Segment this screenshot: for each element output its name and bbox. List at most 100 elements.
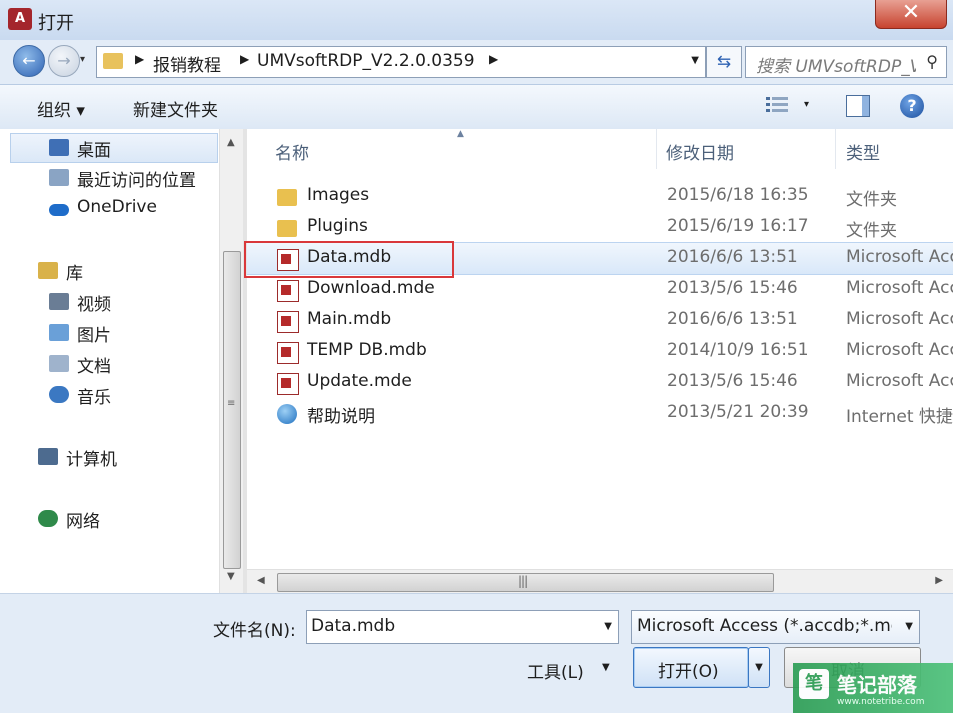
- nav-item-label: 音乐: [77, 388, 111, 408]
- scroll-down-arrow[interactable]: ▼: [227, 571, 235, 582]
- column-header-name[interactable]: 名称: [275, 139, 309, 164]
- search-box[interactable]: 搜索 UMVsoftRDP_V2.2.0.0359 ⚲: [745, 46, 947, 78]
- nav-item-label: 文档: [77, 357, 111, 377]
- nav-scrollbar[interactable]: ▲ ≡ ▼: [219, 129, 244, 593]
- breadcrumb-item[interactable]: UMVsoftRDP_V2.2.0.0359: [257, 51, 475, 71]
- recent-places-icon: [49, 169, 69, 186]
- file-row[interactable]: Download.mde 2013/5/6 15:46 Microsoft Ac…: [247, 274, 953, 305]
- scroll-thumb[interactable]: ≡: [223, 251, 241, 569]
- internet-shortcut-icon: [277, 404, 297, 424]
- nav-item-label: 图片: [77, 326, 111, 346]
- library-icon: [38, 262, 58, 279]
- file-row[interactable]: Images 2015/6/18 16:35 文件夹: [247, 181, 953, 212]
- preview-pane-icon[interactable]: [846, 95, 870, 117]
- videos-icon: [49, 293, 69, 310]
- nav-item-onedrive[interactable]: OneDrive: [0, 195, 218, 223]
- nav-item-label: 计算机: [66, 450, 117, 470]
- breadcrumb-separator[interactable]: ▶: [489, 52, 498, 66]
- file-row[interactable]: 帮助说明 2013/5/21 20:39 Internet 快捷方式: [247, 398, 953, 429]
- file-date: 2014/10/9 16:51: [667, 340, 809, 360]
- scroll-thumb[interactable]: |||: [277, 573, 774, 592]
- file-name: Update.mde: [307, 371, 412, 391]
- documents-icon: [49, 355, 69, 372]
- column-divider[interactable]: [656, 129, 657, 169]
- column-header-type[interactable]: 类型: [846, 139, 880, 164]
- nav-item-network[interactable]: 网络: [0, 505, 218, 533]
- column-header-date[interactable]: 修改日期: [666, 139, 734, 164]
- file-type: 文件夹: [846, 221, 897, 241]
- file-list: ▲ 名称 修改日期 类型 Images 2015/6/18 16:35 文件夹 …: [247, 129, 953, 594]
- breadcrumb-item[interactable]: 报销教程: [153, 51, 221, 76]
- nav-item-music[interactable]: 音乐: [0, 381, 218, 409]
- file-type: Microsoft Access: [846, 340, 953, 360]
- address-row: ← → ▾ ▶ 报销教程 ▶ UMVsoftRDP_V2.2.0.0359 ▶ …: [0, 40, 953, 82]
- navigation-pane: 桌面 最近访问的位置 OneDrive 库 视频 图片 文档 音乐 计算机 网络…: [0, 129, 244, 593]
- filter-value: Microsoft Access (*.accdb;*.mdb): [637, 616, 892, 636]
- nav-item-desktop[interactable]: 桌面: [10, 133, 218, 163]
- address-dropdown[interactable]: ▼: [691, 55, 699, 66]
- scroll-left-arrow[interactable]: ◀: [257, 575, 265, 586]
- forward-button[interactable]: →: [48, 45, 80, 77]
- open-button-label: 打开(O): [658, 662, 719, 682]
- file-type-filter[interactable]: Microsoft Access (*.accdb;*.mdb) ▼: [631, 610, 920, 644]
- scroll-right-arrow[interactable]: ▶: [935, 575, 943, 586]
- search-input[interactable]: 搜索 UMVsoftRDP_V2.2.0.0359: [756, 52, 916, 77]
- filename-dropdown[interactable]: ▼: [604, 621, 612, 632]
- close-button[interactable]: ✕: [875, 0, 947, 29]
- file-row[interactable]: Main.mdb 2016/6/6 13:51 Microsoft Access: [247, 305, 953, 336]
- onedrive-icon: [49, 204, 69, 216]
- filter-dropdown-icon[interactable]: ▼: [905, 621, 913, 632]
- open-button[interactable]: 打开(O): [633, 647, 749, 688]
- file-row[interactable]: TEMP DB.mdb 2014/10/9 16:51 Microsoft Ac…: [247, 336, 953, 367]
- file-name: Main.mdb: [307, 309, 392, 329]
- view-options-dropdown[interactable]: ▾: [804, 99, 809, 110]
- file-date: 2016/6/6 13:51: [667, 309, 798, 329]
- access-file-icon: [277, 280, 299, 302]
- address-bar[interactable]: ▶ 报销教程 ▶ UMVsoftRDP_V2.2.0.0359 ▶ ▼: [96, 46, 706, 78]
- nav-item-label: 桌面: [77, 141, 111, 161]
- help-icon[interactable]: ?: [900, 94, 924, 118]
- access-file-icon: [277, 373, 299, 395]
- nav-item-documents[interactable]: 文档: [0, 350, 218, 378]
- pictures-icon: [49, 324, 69, 341]
- title-bar: A 打开 ✕: [0, 0, 953, 40]
- organize-menu[interactable]: 组织 ▾: [37, 96, 85, 121]
- file-date: 2013/5/21 20:39: [667, 402, 809, 422]
- horizontal-scrollbar[interactable]: ◀ ||| ▶: [247, 569, 953, 594]
- filename-field[interactable]: Data.mdb ▼: [306, 610, 619, 644]
- breadcrumb-separator[interactable]: ▶: [135, 52, 144, 66]
- breadcrumb-separator[interactable]: ▶: [240, 52, 249, 66]
- command-toolbar: 组织 ▾ 新建文件夹 ▾ ?: [0, 84, 953, 130]
- file-name: Plugins: [307, 216, 368, 236]
- file-type: 文件夹: [846, 190, 897, 210]
- tools-menu[interactable]: 工具(L): [527, 658, 584, 683]
- grip-icon: ≡: [227, 398, 236, 409]
- file-type: Microsoft Access: [846, 247, 953, 267]
- search-icon[interactable]: ⚲: [926, 52, 938, 71]
- open-options-dropdown[interactable]: ▼: [748, 647, 770, 688]
- nav-item-label: 视频: [77, 295, 111, 315]
- access-app-icon: A: [8, 8, 32, 30]
- tools-dropdown-icon[interactable]: ▼: [602, 662, 610, 673]
- file-date: 2013/5/6 15:46: [667, 371, 798, 391]
- file-row[interactable]: Update.mde 2013/5/6 15:46 Microsoft Acce…: [247, 367, 953, 398]
- scroll-up-arrow[interactable]: ▲: [227, 137, 235, 148]
- file-type: Internet 快捷方式: [846, 407, 953, 427]
- column-divider[interactable]: [835, 129, 836, 169]
- view-options-icon[interactable]: [766, 96, 788, 114]
- refresh-button[interactable]: ⇆: [706, 46, 742, 78]
- nav-item-videos[interactable]: 视频: [0, 288, 218, 316]
- nav-item-libraries[interactable]: 库: [0, 257, 218, 285]
- nav-item-label: 网络: [66, 512, 100, 532]
- watermark-url: www.notetribe.com: [837, 697, 925, 707]
- nav-item-pictures[interactable]: 图片: [0, 319, 218, 347]
- nav-item-recent-places[interactable]: 最近访问的位置: [0, 164, 218, 192]
- file-name: Download.mde: [307, 278, 435, 298]
- back-button[interactable]: ←: [13, 45, 45, 77]
- nav-item-computer[interactable]: 计算机: [0, 443, 218, 471]
- file-row[interactable]: Plugins 2015/6/19 16:17 文件夹: [247, 212, 953, 243]
- filename-value[interactable]: Data.mdb: [311, 616, 395, 636]
- new-folder-button[interactable]: 新建文件夹: [133, 96, 218, 121]
- recent-locations-dropdown[interactable]: ▾: [80, 54, 85, 65]
- file-name: TEMP DB.mdb: [307, 340, 427, 360]
